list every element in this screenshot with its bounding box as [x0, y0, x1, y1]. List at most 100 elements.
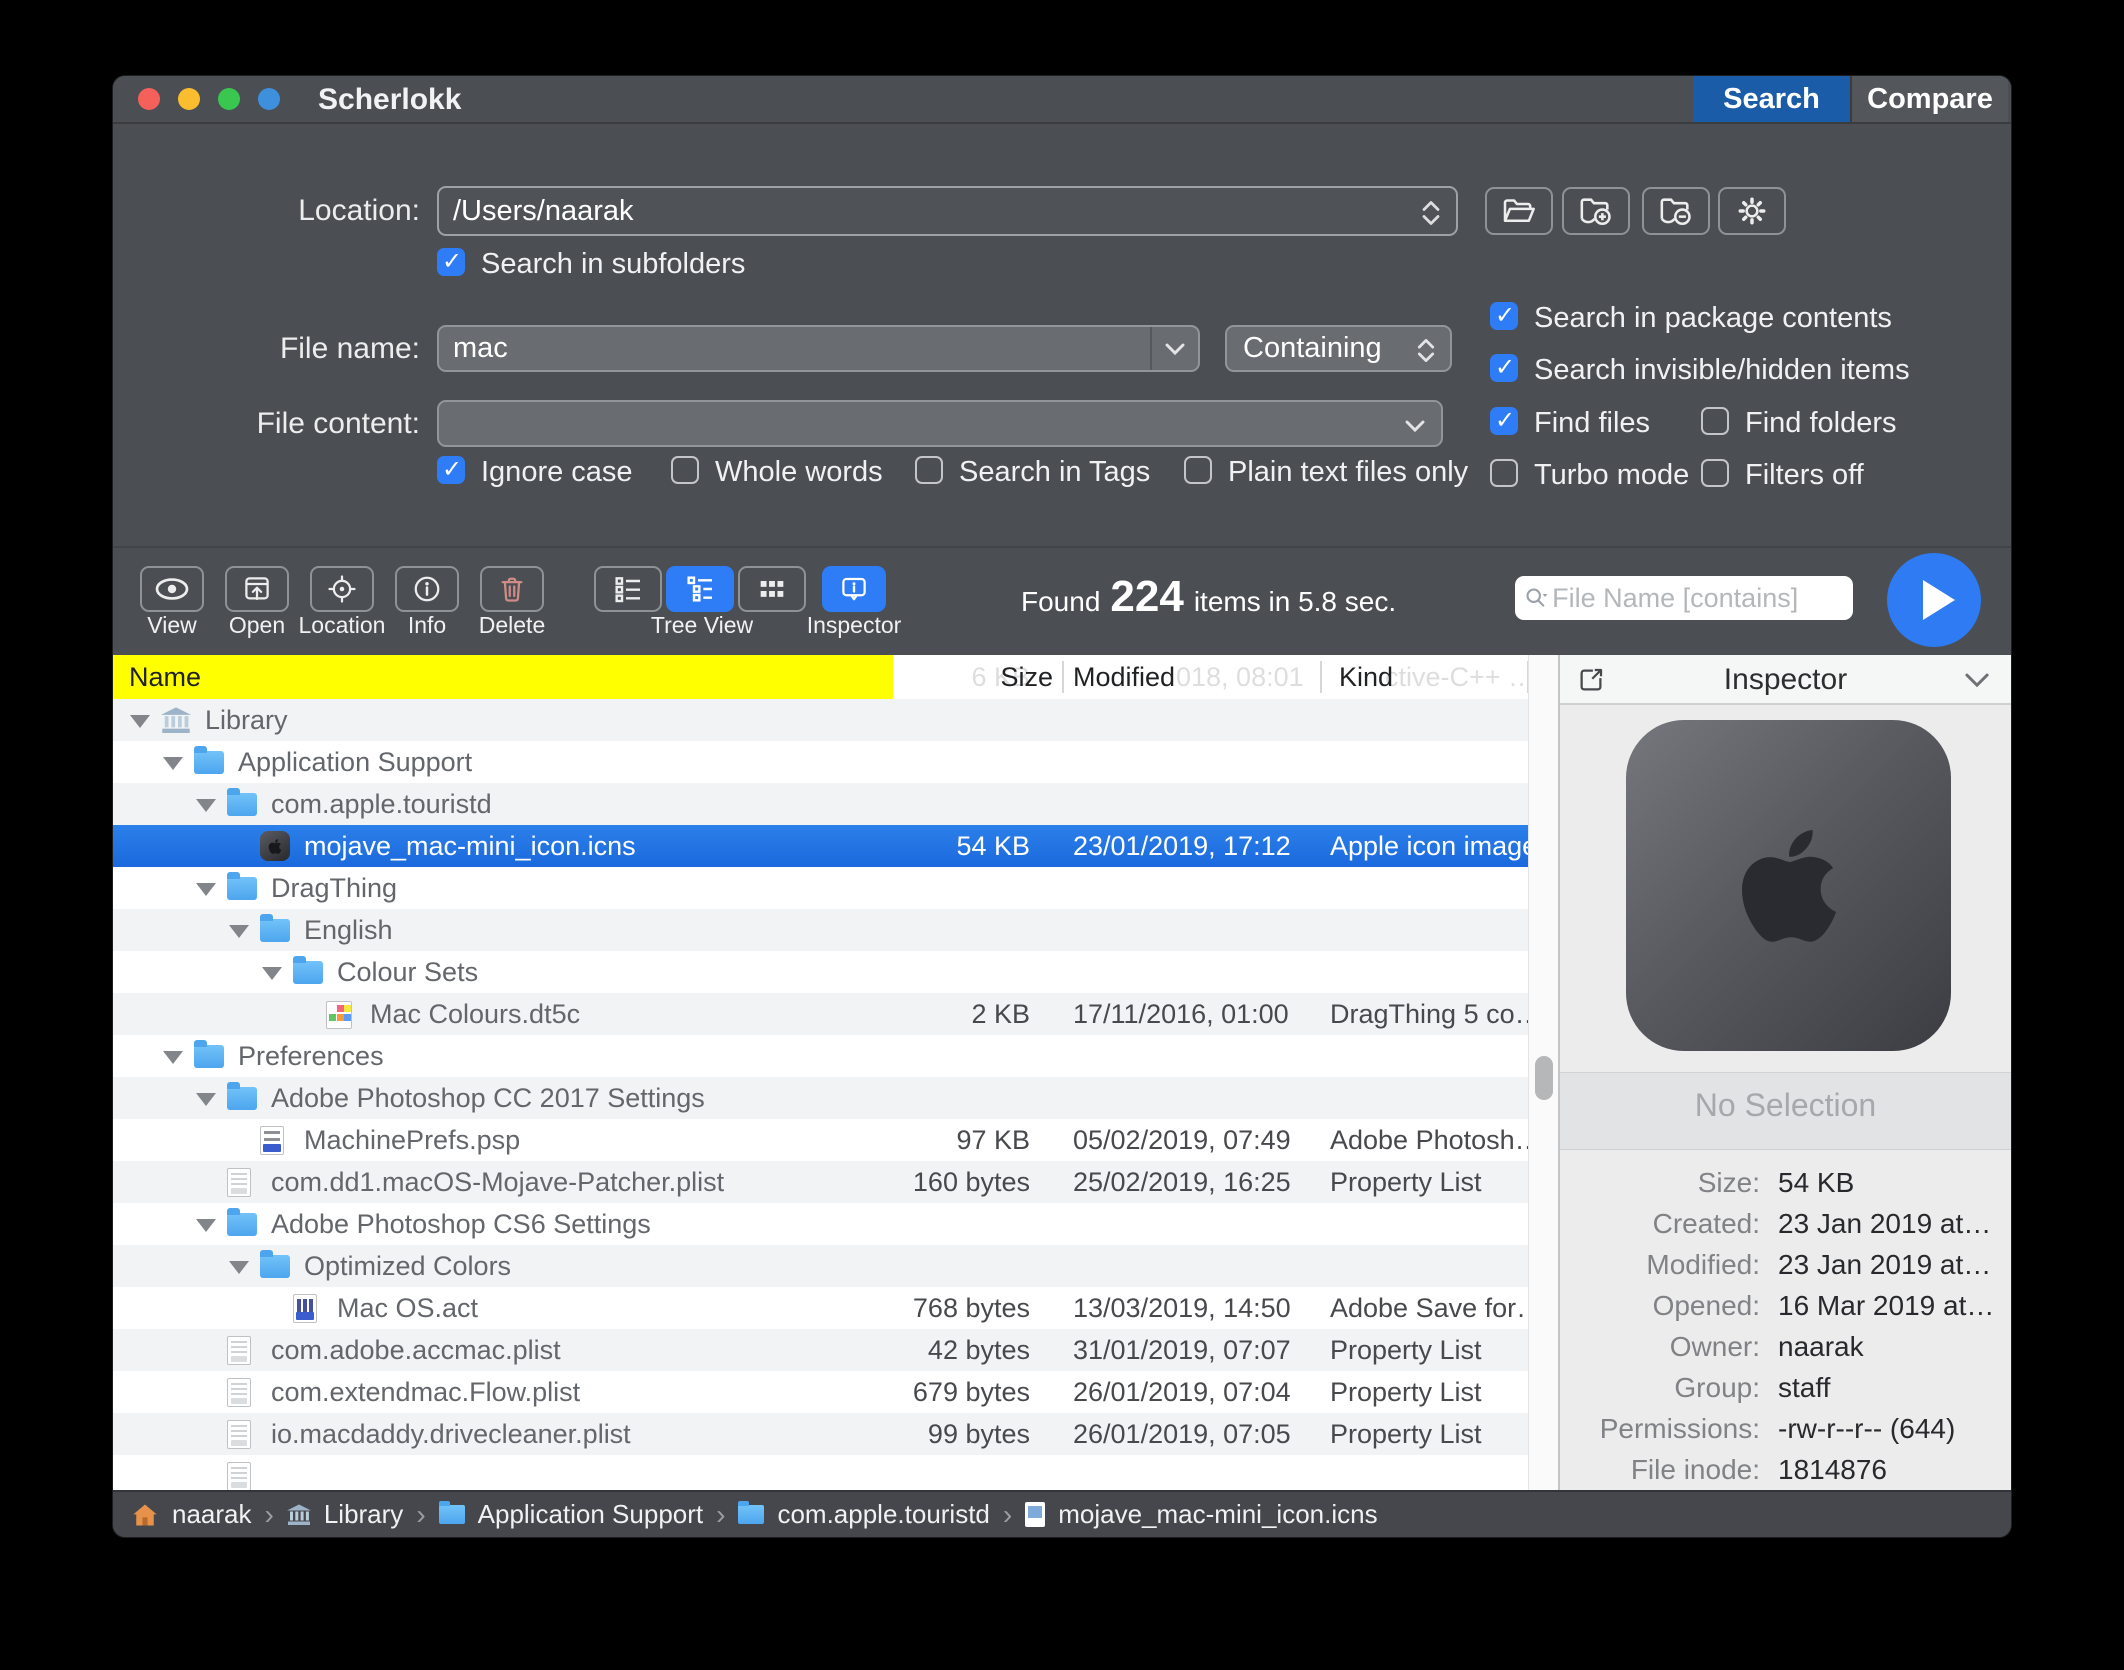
file-name-field[interactable] — [437, 325, 1200, 372]
table-row[interactable]: Optimized Colors — [113, 1245, 1558, 1287]
settings-button[interactable] — [1718, 187, 1786, 235]
delete-button[interactable] — [480, 566, 544, 612]
detail-label: Owner: — [1560, 1327, 1760, 1367]
file-name-dropdown[interactable] — [1150, 327, 1198, 370]
disclosure-triangle-icon[interactable] — [229, 1261, 249, 1274]
table-row[interactable]: com.dd1.macOS-Mojave-Patcher.plist 160 b… — [113, 1161, 1558, 1203]
filter-input[interactable] — [1550, 582, 1845, 615]
breadcrumb-item[interactable]: naarak — [172, 1499, 252, 1530]
match-mode-select[interactable]: Containing — [1225, 325, 1452, 372]
start-search-button[interactable] — [1887, 553, 1981, 647]
table-row[interactable]: io.macdaddy.drivecleaner.plist 99 bytes … — [113, 1413, 1558, 1455]
inspector-panel: Inspector No Selection Size: 54 KB Creat… — [1558, 655, 2011, 1490]
table-row[interactable]: Library — [113, 699, 1558, 741]
file-name-input[interactable] — [439, 332, 1198, 365]
zoom-window-icon[interactable] — [218, 88, 240, 110]
disclosure-triangle-icon[interactable] — [262, 967, 282, 980]
search-in-tags-checkbox[interactable] — [915, 456, 943, 484]
column-header-size[interactable]: Size — [813, 655, 1053, 699]
info-button[interactable] — [395, 566, 459, 612]
table-row[interactable]: Mac Colours.dt5c 2 KB 17/11/2016, 01:00 … — [113, 993, 1558, 1035]
ignore-case-checkbox[interactable] — [437, 456, 465, 484]
package-contents-checkbox[interactable] — [1490, 302, 1518, 330]
table-row[interactable]: Application Support — [113, 741, 1558, 783]
table-row-selected[interactable]: mojave_mac-mini_icon.icns 54 KB 23/01/20… — [113, 825, 1558, 867]
view-button[interactable] — [140, 566, 204, 612]
inspector-toggle[interactable] — [822, 566, 886, 612]
table-row[interactable]: Preferences — [113, 1035, 1558, 1077]
location-button[interactable] — [310, 566, 374, 612]
table-row[interactable]: Adobe Photoshop CC 2017 Settings — [113, 1077, 1558, 1119]
disclosure-triangle-icon[interactable] — [196, 883, 216, 896]
row-kind: DragThing 5 co… — [1330, 993, 1558, 1035]
file-content-field[interactable] — [437, 400, 1443, 447]
tab-search[interactable]: Search — [1693, 76, 1850, 122]
breadcrumb-item[interactable]: com.apple.touristd — [777, 1499, 989, 1530]
choose-folder-button[interactable] — [1485, 187, 1553, 235]
table-row[interactable]: Colour Sets — [113, 951, 1558, 993]
location-button-label: Location — [299, 612, 386, 639]
vertical-scrollbar[interactable] — [1528, 655, 1558, 1490]
list-view-toggle[interactable] — [594, 566, 662, 612]
grid-view-toggle[interactable] — [738, 566, 806, 612]
plain-text-checkbox[interactable] — [1184, 456, 1212, 484]
turbo-mode-checkbox[interactable] — [1490, 459, 1518, 487]
column-header-modified[interactable]: Modified — [1073, 655, 1175, 699]
scrollbar-thumb[interactable] — [1535, 1056, 1553, 1100]
column-header-name[interactable]: Name — [129, 655, 201, 699]
whole-words-checkbox[interactable] — [671, 456, 699, 484]
app-window-icon[interactable] — [258, 88, 280, 110]
folder-minus-icon — [1659, 196, 1693, 226]
stepper-icon[interactable] — [1418, 199, 1444, 227]
disclosure-triangle-icon[interactable] — [163, 757, 183, 770]
stepper-icon — [1414, 337, 1438, 364]
disclosure-triangle-icon[interactable] — [130, 715, 150, 728]
remove-folder-button[interactable] — [1642, 187, 1710, 235]
tree-view-toggle[interactable] — [666, 566, 734, 612]
filter-field[interactable] — [1515, 576, 1853, 620]
location-field[interactable] — [437, 186, 1458, 236]
table-row-partial[interactable] — [113, 1455, 1558, 1490]
disclosure-triangle-icon[interactable] — [163, 1051, 183, 1064]
disclosure-triangle-icon[interactable] — [229, 925, 249, 938]
row-size: 679 bytes — [803, 1371, 1030, 1413]
minimize-window-icon[interactable] — [178, 88, 200, 110]
column-divider[interactable] — [1062, 661, 1064, 693]
chevron-down-icon[interactable] — [1963, 671, 1991, 690]
find-folders-checkbox[interactable] — [1701, 407, 1729, 435]
column-header-kind[interactable]: Kind — [1339, 655, 1393, 699]
table-row[interactable]: MachinePrefs.psp 97 KB 05/02/2019, 07:49… — [113, 1119, 1558, 1161]
disclosure-triangle-icon[interactable] — [196, 799, 216, 812]
detail-value: 16 Mar 2019 at… — [1778, 1286, 1994, 1326]
filters-off-checkbox[interactable] — [1701, 459, 1729, 487]
add-folder-button[interactable] — [1562, 187, 1630, 235]
table-row[interactable]: com.apple.touristd — [113, 783, 1558, 825]
invisible-items-checkbox[interactable] — [1490, 354, 1518, 382]
open-button[interactable] — [225, 566, 289, 612]
subfolders-checkbox[interactable] — [437, 248, 465, 276]
file-name-label: File name: — [130, 332, 420, 366]
icns-file-icon — [1025, 1502, 1045, 1527]
close-window-icon[interactable] — [138, 88, 160, 110]
table-row[interactable]: DragThing — [113, 867, 1558, 909]
table-row[interactable]: com.adobe.accmac.plist 42 bytes 31/01/20… — [113, 1329, 1558, 1371]
disclosure-triangle-icon[interactable] — [196, 1219, 216, 1232]
folder-icon — [227, 1213, 257, 1236]
breadcrumb-item[interactable]: mojave_mac-mini_icon.icns — [1058, 1499, 1377, 1530]
location-input[interactable] — [439, 195, 1456, 228]
detail-row: Modified: 23 Jan 2019 at… — [1560, 1245, 2011, 1285]
table-row[interactable]: Mac OS.act 768 bytes 13/03/2019, 14:50 A… — [113, 1287, 1558, 1329]
table-row[interactable]: English — [113, 909, 1558, 951]
file-content-input[interactable] — [439, 407, 1441, 440]
breadcrumb-item[interactable]: Library — [324, 1499, 403, 1530]
row-modified: 23/01/2019, 17:12 — [1073, 825, 1291, 867]
disclosure-triangle-icon[interactable] — [196, 1093, 216, 1106]
table-row[interactable]: com.extendmac.Flow.plist 679 bytes 26/01… — [113, 1371, 1558, 1413]
open-in-window-icon[interactable] — [1576, 665, 1606, 695]
column-divider[interactable] — [1320, 661, 1322, 693]
find-files-checkbox[interactable] — [1490, 407, 1518, 435]
table-row[interactable]: Adobe Photoshop CS6 Settings — [113, 1203, 1558, 1245]
breadcrumb-item[interactable]: Application Support — [478, 1499, 703, 1530]
row-size: 160 bytes — [803, 1161, 1030, 1203]
tab-compare[interactable]: Compare — [1850, 76, 2008, 122]
